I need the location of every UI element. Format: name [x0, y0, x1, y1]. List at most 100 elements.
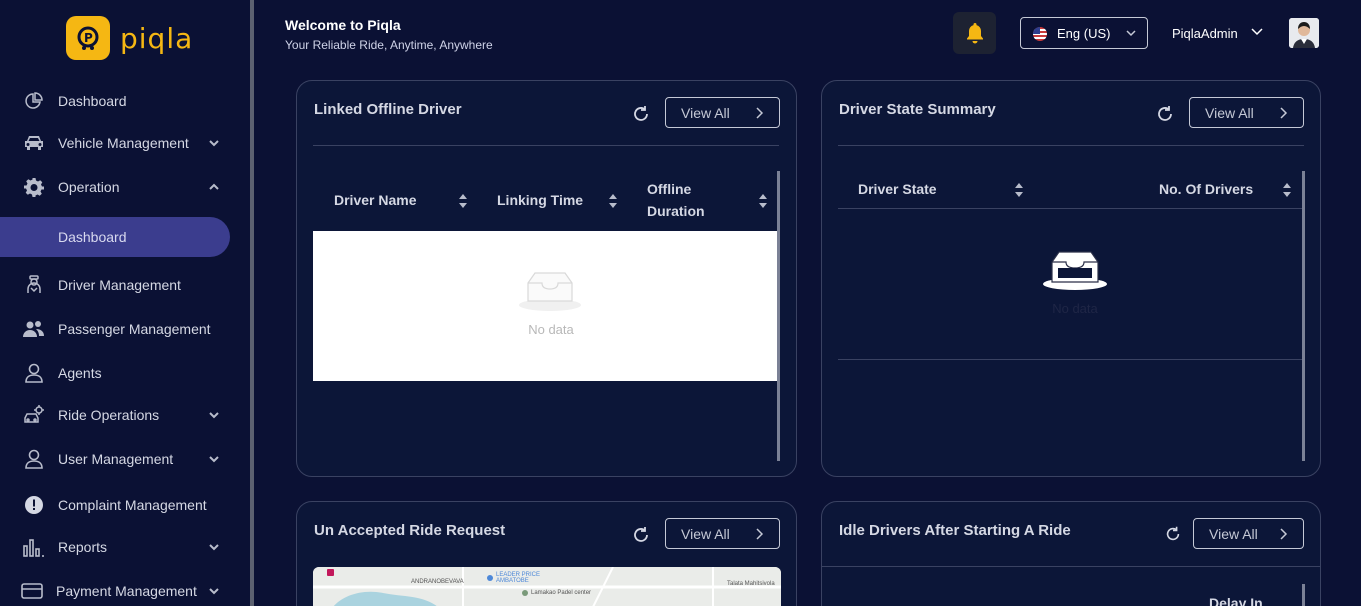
- chevron-down-icon: [209, 412, 219, 419]
- sort-icon[interactable]: [758, 193, 768, 209]
- chevron-right-icon: [1280, 528, 1288, 540]
- chevron-right-icon: [756, 107, 764, 119]
- column-header-driver-state[interactable]: Driver State: [858, 178, 937, 200]
- alert-icon: [22, 493, 46, 517]
- ride-gear-icon: [22, 403, 46, 427]
- sort-icon[interactable]: [458, 193, 468, 209]
- view-all-label: View All: [681, 104, 730, 121]
- view-all-button[interactable]: View All: [1193, 518, 1304, 549]
- user-icon: [22, 361, 46, 385]
- chevron-right-icon: [1280, 107, 1288, 119]
- sidebar-item-vehicle-management[interactable]: Vehicle Management: [0, 123, 250, 163]
- card-title: Un Accepted Ride Request: [314, 522, 506, 539]
- no-data-text: No data: [1052, 301, 1098, 316]
- unaccepted-ride-request-card: Un Accepted Ride Request View All ANDRAN…: [296, 501, 797, 606]
- sidebar-item-label: Ride Operations: [58, 407, 160, 423]
- notification-button[interactable]: [953, 12, 996, 54]
- language-select[interactable]: Eng (US): [1020, 17, 1148, 49]
- sidebar-item-label: Payment Management: [56, 583, 197, 599]
- view-all-label: View All: [1209, 525, 1258, 542]
- table-scrollbar[interactable]: [777, 171, 780, 461]
- sort-icon[interactable]: [1014, 182, 1024, 198]
- sidebar-item-label: Complaint Management: [58, 497, 207, 513]
- bell-icon: [966, 23, 983, 44]
- chevron-down-icon: [209, 456, 219, 463]
- map-view[interactable]: ANDRANOBEVAVA LEADER PRICE AMBATOBE Lama…: [313, 567, 781, 606]
- idle-drivers-card: Idle Drivers After Starting A Ride View …: [821, 501, 1321, 606]
- sidebar-item-payment-management[interactable]: Payment Management: [0, 571, 250, 606]
- sidebar-item-user-management[interactable]: User Management: [0, 439, 250, 479]
- map-label: Talata Mahitsivola: [727, 581, 775, 587]
- table-scrollbar[interactable]: [1302, 171, 1305, 461]
- view-all-button[interactable]: View All: [665, 97, 780, 128]
- user-menu-name[interactable]: PiqlaAdmin: [1172, 26, 1238, 41]
- chevron-down-icon[interactable]: [1250, 25, 1264, 39]
- column-header-driver-name[interactable]: Driver Name: [334, 189, 417, 211]
- driver-icon: [22, 273, 46, 297]
- sort-icon[interactable]: [608, 193, 618, 209]
- refresh-icon[interactable]: [631, 525, 651, 545]
- refresh-icon[interactable]: [1155, 104, 1175, 124]
- chevron-down-icon: [209, 140, 219, 147]
- sidebar-item-label: Operation: [58, 179, 120, 195]
- bar-chart-icon: [22, 535, 46, 559]
- sort-icon[interactable]: [1282, 182, 1292, 198]
- view-all-label: View All: [1205, 104, 1254, 121]
- map-label: ANDRANOBEVAVA: [411, 579, 464, 585]
- divider: [838, 145, 1304, 146]
- sidebar-item-ride-operations[interactable]: Ride Operations: [0, 395, 250, 435]
- map-label: LEADER PRICE AMBATOBE: [496, 572, 541, 584]
- sidebar: P piqla Dashboard Vehicle Management Ope: [0, 0, 250, 606]
- view-all-button[interactable]: View All: [1189, 97, 1304, 128]
- sidebar-item-driver-management[interactable]: Driver Management: [0, 265, 250, 305]
- view-all-button[interactable]: View All: [665, 518, 780, 549]
- logo-text: piqla: [120, 21, 194, 55]
- chevron-down-icon: [209, 588, 219, 595]
- sidebar-item-reports[interactable]: Reports: [0, 527, 250, 567]
- divider: [838, 208, 1302, 209]
- divider: [822, 566, 1320, 567]
- empty-inbox-icon: [519, 272, 581, 311]
- chevron-up-icon: [209, 183, 219, 190]
- sidebar-item-label: User Management: [58, 451, 174, 467]
- us-flag-icon: [1033, 27, 1047, 41]
- column-header-duration[interactable]: Duration: [647, 200, 705, 222]
- empty-inbox-icon: [1043, 251, 1107, 290]
- logo[interactable]: P piqla: [66, 16, 193, 60]
- refresh-icon[interactable]: [1164, 525, 1182, 543]
- sidebar-subitem-dashboard[interactable]: Dashboard: [0, 217, 230, 257]
- sidebar-item-label: Reports: [58, 539, 108, 555]
- sidebar-item-dashboard[interactable]: Dashboard: [0, 81, 250, 121]
- sidebar-item-passenger-management[interactable]: Passenger Management: [0, 309, 250, 349]
- card-title: Idle Drivers After Starting A Ride: [839, 522, 1071, 539]
- sidebar-item-agents[interactable]: Agents: [0, 353, 250, 393]
- column-header-no-of-drivers[interactable]: No. Of Drivers: [1159, 178, 1253, 200]
- avatar[interactable]: [1289, 18, 1319, 48]
- divider: [838, 359, 1302, 360]
- column-header-linking-time[interactable]: Linking Time: [497, 189, 583, 211]
- pie-chart-icon: [22, 89, 46, 113]
- divider: [313, 145, 779, 146]
- column-header-delay-in[interactable]: Delay In: [1209, 592, 1263, 606]
- table-scrollbar[interactable]: [1302, 584, 1305, 606]
- sidebar-item-complaint-management[interactable]: Complaint Management: [0, 485, 250, 525]
- svg-text:P: P: [84, 31, 93, 45]
- no-data-text: No data: [528, 322, 574, 337]
- chevron-down-icon: [1126, 30, 1136, 37]
- refresh-icon[interactable]: [631, 104, 651, 124]
- column-header-offline[interactable]: Offline: [647, 178, 691, 200]
- chevron-right-icon: [756, 528, 764, 540]
- sidebar-item-label: Agents: [58, 365, 102, 381]
- header-subtitle: Your Reliable Ride, Anytime, Anywhere: [285, 38, 493, 52]
- car-icon: [22, 131, 46, 155]
- app-root: P piqla Dashboard Vehicle Management Ope: [0, 0, 1361, 606]
- sidebar-item-label: Dashboard: [58, 229, 127, 245]
- sidebar-item-label: Vehicle Management: [58, 135, 189, 151]
- sidebar-item-operation[interactable]: Operation: [0, 167, 250, 207]
- header-title: Welcome to Piqla: [285, 17, 401, 33]
- card-icon: [20, 579, 44, 603]
- sidebar-scrollbar[interactable]: [250, 0, 254, 606]
- card-title: Linked Offline Driver: [314, 101, 462, 118]
- view-all-label: View All: [681, 525, 730, 542]
- gear-icon: [22, 175, 46, 199]
